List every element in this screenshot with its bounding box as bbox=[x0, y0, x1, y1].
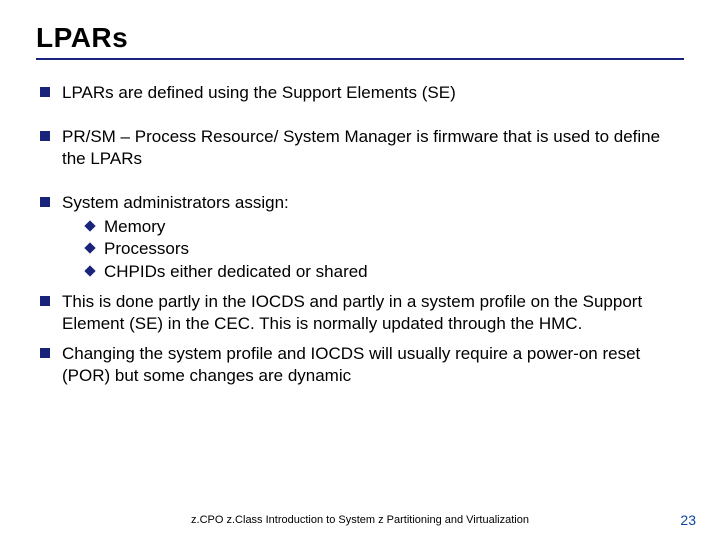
sub-list: Memory Processors CHPIDs either dedicate… bbox=[62, 216, 684, 282]
slide: LPARs LPARs are defined using the Suppor… bbox=[0, 0, 720, 540]
bullet-text: PR/SM – Process Resource/ System Manager… bbox=[62, 127, 660, 168]
bullet-text: Changing the system profile and IOCDS wi… bbox=[62, 344, 640, 385]
bullet-item: LPARs are defined using the Support Elem… bbox=[36, 82, 684, 104]
sub-text: Processors bbox=[104, 239, 189, 258]
sub-item: Memory bbox=[84, 216, 684, 238]
bullet-item: PR/SM – Process Resource/ System Manager… bbox=[36, 126, 684, 170]
sub-text: CHPIDs either dedicated or shared bbox=[104, 262, 368, 281]
slide-title: LPARs bbox=[36, 22, 684, 54]
sub-item: CHPIDs either dedicated or shared bbox=[84, 261, 684, 283]
bullet-item: System administrators assign: Memory Pro… bbox=[36, 192, 684, 282]
page-number: 23 bbox=[680, 512, 696, 528]
bullet-item: This is done partly in the IOCDS and par… bbox=[36, 291, 684, 335]
footer-text: z.CPO z.Class Introduction to System z P… bbox=[0, 514, 720, 526]
sub-item: Processors bbox=[84, 238, 684, 260]
title-underline bbox=[36, 58, 684, 60]
bullet-text: LPARs are defined using the Support Elem… bbox=[62, 83, 456, 102]
bullet-item: Changing the system profile and IOCDS wi… bbox=[36, 343, 684, 387]
sub-text: Memory bbox=[104, 217, 165, 236]
bullet-text: System administrators assign: bbox=[62, 193, 289, 212]
bullet-text: This is done partly in the IOCDS and par… bbox=[62, 292, 642, 333]
bullet-list: LPARs are defined using the Support Elem… bbox=[36, 82, 684, 387]
